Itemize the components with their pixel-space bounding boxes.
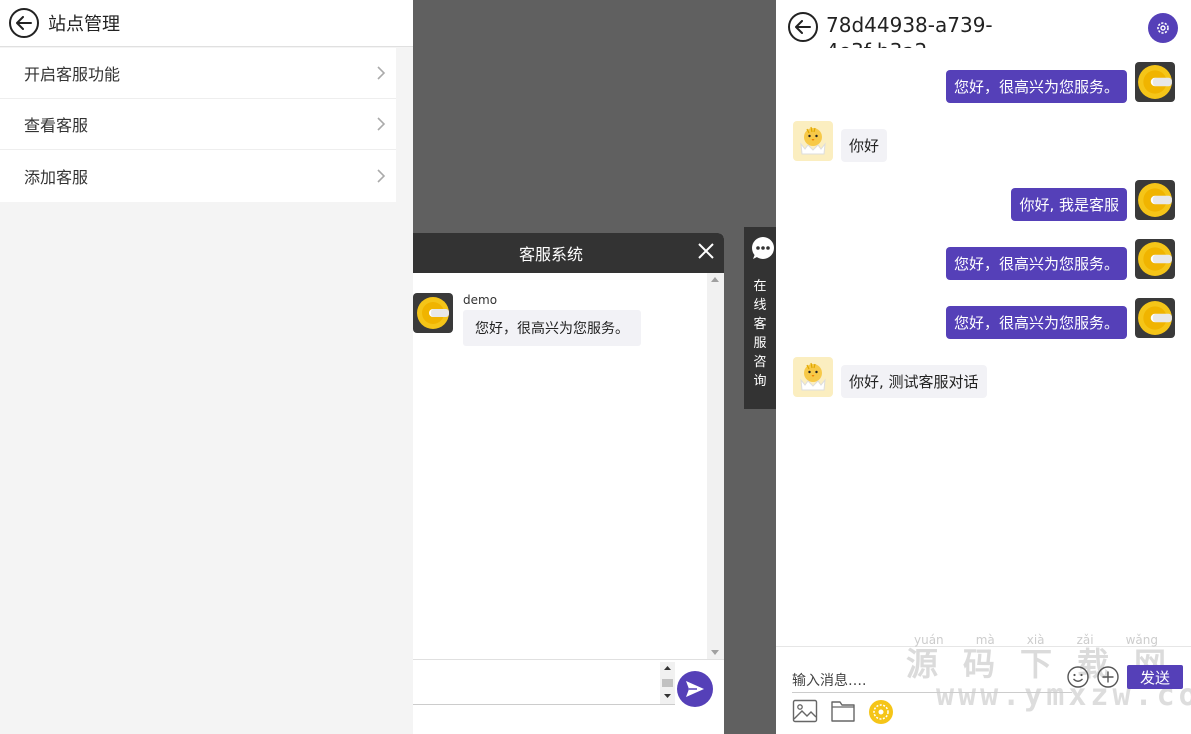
widget-message-input[interactable]	[413, 660, 675, 705]
agent-avatar	[1135, 239, 1175, 279]
message-list[interactable]: 您好，很高兴为您服务。 你好 你好, 我是客服 您好，很高兴为您服务。 您好，很…	[776, 48, 1191, 646]
message-row-them: 你好	[793, 121, 888, 162]
visitor-avatar	[793, 121, 833, 161]
left-header: 站点管理	[0, 0, 413, 47]
menu-item-label: 开启客服功能	[24, 65, 121, 84]
disc-avatar-icon	[1138, 65, 1172, 99]
disc-avatar-icon	[1138, 183, 1172, 217]
site-management-panel: 站点管理 开启客服功能 查看客服 添加客服	[0, 0, 413, 734]
online-consult-tab[interactable]: 在 线 客 服 咨 询	[744, 227, 776, 409]
scrollbar[interactable]	[707, 273, 724, 659]
disc-avatar-icon	[417, 297, 449, 329]
input-scrollbar[interactable]	[660, 662, 675, 704]
chat-session-panel: 78d44938-a739-4e3f-b3a2 您好，很高兴为您服务。 你好 你…	[776, 0, 1191, 734]
widget-message: demo 您好，很高兴为您服务。	[413, 293, 641, 346]
message-bubble: 你好, 我是客服	[1011, 188, 1127, 221]
sender-name: demo	[463, 293, 498, 307]
gear-icon	[1157, 22, 1169, 34]
plus-icon[interactable]	[1097, 666, 1119, 688]
tab-char: 线	[753, 298, 767, 313]
arrow-left-icon	[16, 16, 32, 30]
widget-message-list[interactable]: demo 您好，很高兴为您服务。	[413, 273, 707, 659]
chick-avatar-icon	[800, 362, 826, 391]
message-bubble: 您好，很高兴为您服务。	[945, 306, 1127, 339]
agent-avatar	[1135, 180, 1175, 220]
message-row-me: 你好, 我是客服	[1011, 180, 1175, 221]
menu-item-label: 添加客服	[24, 168, 89, 187]
chevron-right-icon	[377, 66, 386, 80]
page-title: 站点管理	[48, 14, 120, 35]
tab-char: 咨	[753, 355, 767, 370]
widget-title: 客服系统	[518, 245, 583, 264]
message-row-them: 你好, 测试客服对话	[793, 357, 987, 398]
message-bubble: 你好	[841, 129, 888, 162]
chevron-right-icon	[377, 117, 386, 131]
scroll-down-arrow[interactable]	[711, 650, 719, 655]
message-bubble: 您好，很高兴为您服务。	[945, 247, 1127, 280]
widget-input-area	[413, 659, 724, 734]
tab-char: 询	[753, 374, 767, 389]
message-input[interactable]	[792, 669, 1072, 693]
agent-avatar	[1135, 298, 1175, 338]
tab-char: 在	[753, 279, 767, 294]
tab-char: 服	[753, 336, 767, 351]
message-row-me: 您好，很高兴为您服务。	[945, 239, 1175, 280]
send-button[interactable]: 发送	[1127, 665, 1183, 689]
agent-avatar	[1135, 62, 1175, 102]
send-icon	[686, 681, 704, 697]
scroll-arrows-icon	[662, 666, 673, 698]
chick-avatar-icon	[800, 126, 826, 155]
widget-header: 客服系统	[413, 233, 724, 273]
sticker-icon[interactable]	[868, 699, 894, 725]
scroll-up-arrow[interactable]	[711, 277, 719, 282]
menu-item-enable-cs[interactable]: 开启客服功能	[0, 48, 396, 99]
message-row-me: 您好，很高兴为您服务。	[945, 298, 1175, 339]
disc-avatar-icon	[1138, 301, 1172, 335]
chevron-right-icon	[377, 169, 386, 183]
close-icon[interactable]	[696, 241, 716, 261]
menu-item-add-cs[interactable]: 添加客服	[0, 150, 396, 202]
menu-item-view-cs[interactable]: 查看客服	[0, 99, 396, 150]
emoji-icon[interactable]	[1067, 666, 1089, 688]
back-button[interactable]	[9, 8, 39, 38]
arrow-left-icon	[795, 20, 811, 34]
back-button[interactable]	[788, 12, 818, 42]
message-bubble: 您好，很高兴为您服务。	[463, 310, 641, 346]
message-bubble: 您好，很高兴为您服务。	[945, 70, 1127, 103]
session-header: 78d44938-a739-4e3f-b3a2	[776, 0, 1191, 48]
chat-bubble-icon	[752, 237, 774, 259]
tab-label: 在 线 客 服 咨 询	[744, 277, 776, 391]
image-icon[interactable]	[792, 699, 818, 723]
customer-service-widget: 客服系统 demo 您好，很高兴为您服务。	[413, 233, 724, 734]
session-id-title: 78d44938-a739-4e3f-b3a2	[826, 13, 993, 48]
settings-menu: 开启客服功能 查看客服 添加客服	[0, 48, 396, 202]
tab-char: 客	[753, 317, 767, 332]
message-bubble: 你好, 测试客服对话	[841, 365, 987, 398]
message-row-me: 您好，很高兴为您服务。	[945, 62, 1175, 103]
disc-avatar-icon	[1138, 242, 1172, 276]
folder-icon[interactable]	[830, 699, 856, 723]
widget-send-button[interactable]	[677, 671, 713, 707]
settings-button[interactable]	[1148, 13, 1178, 43]
visitor-avatar	[793, 357, 833, 397]
compose-area: yuán mà xià zǎi wǎng 源 码 下 载 网 www.ymxzw…	[776, 633, 1191, 734]
menu-item-label: 查看客服	[24, 116, 89, 135]
agent-avatar	[413, 293, 453, 333]
